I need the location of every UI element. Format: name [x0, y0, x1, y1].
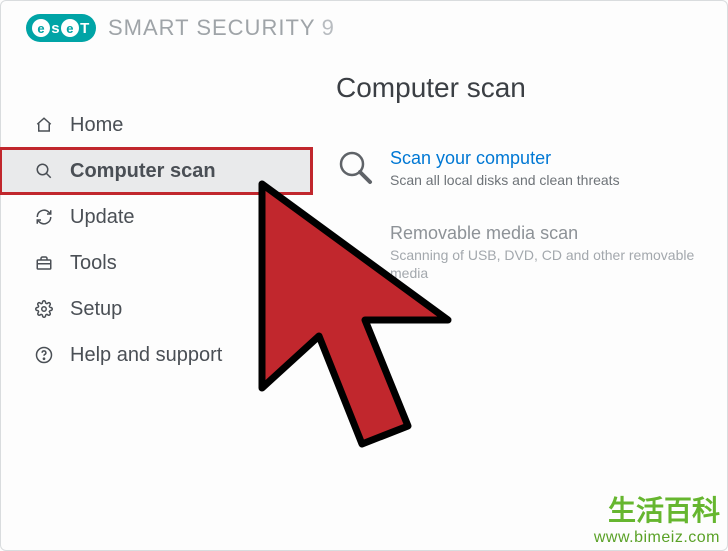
gear-icon	[34, 299, 54, 319]
page-title: Computer scan	[336, 72, 704, 104]
product-name: SMART SECURITY	[108, 15, 316, 41]
option-text: Removable media scan Scanning of USB, DV…	[390, 223, 704, 282]
option-scan-your-computer[interactable]: Scan your computer Scan all local disks …	[336, 148, 704, 189]
briefcase-icon	[34, 253, 54, 273]
option-removable-media-scan[interactable]: Removable media scan Scanning of USB, DV…	[336, 223, 704, 282]
option-title: Removable media scan	[390, 223, 704, 244]
sidebar-item-label: Help and support	[70, 344, 222, 367]
sidebar: Home Computer scan Update Tools	[0, 52, 312, 543]
eset-logo: eseT	[26, 14, 96, 42]
sidebar-item-setup[interactable]: Setup	[0, 286, 312, 332]
sidebar-item-label: Home	[70, 114, 123, 137]
option-title: Scan your computer	[390, 148, 620, 169]
option-text: Scan your computer Scan all local disks …	[390, 148, 620, 189]
sidebar-item-computer-scan[interactable]: Computer scan	[0, 148, 312, 194]
app-body: Home Computer scan Update Tools	[0, 52, 728, 543]
sidebar-item-help[interactable]: Help and support	[0, 332, 312, 378]
search-icon	[34, 161, 54, 181]
app-header: eseT SMART SECURITY 9	[0, 0, 728, 52]
help-icon	[34, 345, 54, 365]
sidebar-item-label: Tools	[70, 252, 117, 275]
sidebar-item-update[interactable]: Update	[0, 194, 312, 240]
app-window: eseT SMART SECURITY 9 Home Computer scan	[0, 0, 728, 551]
sidebar-item-home[interactable]: Home	[0, 102, 312, 148]
sidebar-item-label: Computer scan	[70, 160, 216, 183]
magnifier-icon	[336, 148, 376, 188]
option-desc: Scanning of USB, DVD, CD and other remov…	[390, 246, 704, 282]
refresh-icon	[34, 207, 54, 227]
sidebar-item-tools[interactable]: Tools	[0, 240, 312, 286]
sidebar-item-label: Update	[70, 206, 135, 229]
main-panel: Computer scan Scan your computer Scan al…	[312, 52, 728, 543]
home-icon	[34, 115, 54, 135]
product-version: 9	[322, 15, 334, 41]
option-desc: Scan all local disks and clean threats	[390, 171, 620, 189]
eset-logo-badge: eseT	[26, 14, 96, 42]
sidebar-item-label: Setup	[70, 298, 122, 321]
